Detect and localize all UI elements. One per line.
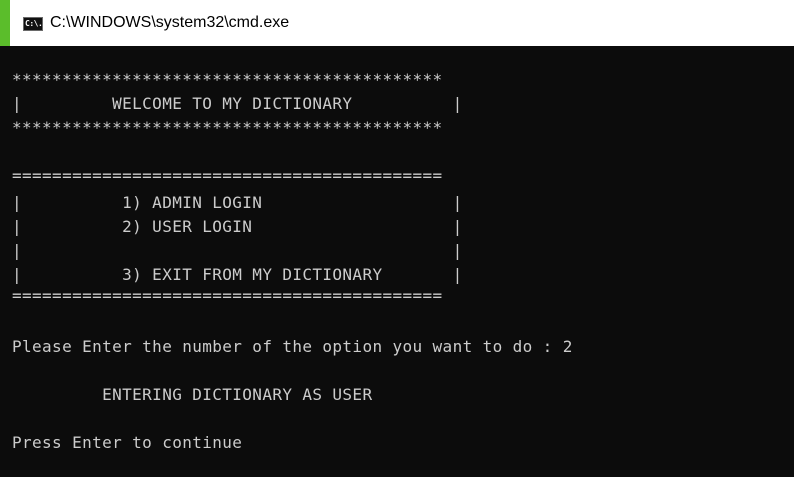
console-line-11: ========================================…: [12, 286, 443, 305]
console-line-3: | WELCOME TO MY DICTIONARY |: [12, 94, 463, 113]
console-line-9: | |: [12, 241, 463, 260]
cmd-window: C:\. C:\WINDOWS\system32\cmd.exe *******…: [0, 0, 794, 477]
window-title: C:\WINDOWS\system32\cmd.exe: [50, 14, 290, 31]
console-line-17: Press Enter to continue: [12, 433, 243, 452]
console-line-7: | 1) ADMIN LOGIN |: [12, 193, 463, 212]
console-line-2: ****************************************…: [12, 70, 443, 89]
console-line-8: | 2) USER LOGIN |: [12, 217, 463, 236]
console-line-15: ENTERING DICTIONARY AS USER: [12, 385, 373, 404]
window-accent-stripe: [0, 0, 10, 46]
console-line-6: ========================================…: [12, 166, 443, 185]
cmd-icon[interactable]: C:\.: [23, 17, 43, 31]
cmd-icon-glyph: C:\.: [25, 19, 43, 28]
console-line-4: ****************************************…: [12, 118, 443, 137]
title-bar[interactable]: C:\. C:\WINDOWS\system32\cmd.exe: [10, 0, 794, 46]
console-output[interactable]: ****************************************…: [0, 46, 794, 477]
console-line-13: Please Enter the number of the option yo…: [12, 337, 573, 356]
